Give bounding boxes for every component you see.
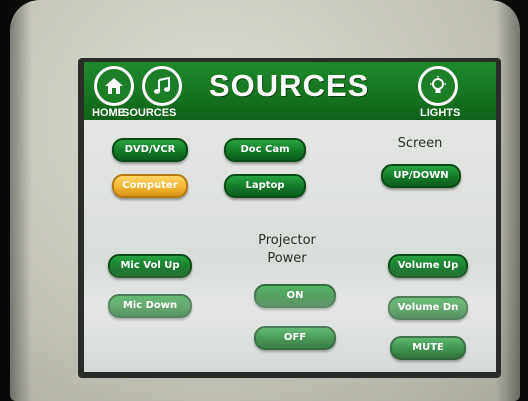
- power-label: Power: [267, 251, 307, 266]
- header-bar: HOME SOURCES SOURCES LIGHTS: [84, 62, 496, 120]
- volume-down-button[interactable]: Volume Dn: [388, 296, 468, 320]
- projector-label: Projector: [258, 233, 316, 248]
- music-note-icon: [142, 66, 182, 106]
- doc-cam-button[interactable]: Doc Cam: [224, 138, 306, 162]
- volume-up-button[interactable]: Volume Up: [388, 254, 468, 278]
- mic-down-button[interactable]: Mic Down: [108, 294, 192, 318]
- sources-nav-label: SOURCES: [122, 107, 177, 119]
- light-bulb-icon: [418, 66, 458, 106]
- projector-off-button[interactable]: OFF: [254, 326, 336, 350]
- dvd-vcr-button[interactable]: DVD/VCR: [112, 138, 188, 162]
- lights-label: LIGHTS: [420, 107, 461, 119]
- page-title: SOURCES: [209, 68, 370, 103]
- home-label: HOME: [92, 107, 125, 119]
- computer-button[interactable]: Computer: [112, 174, 188, 198]
- projector-on-button[interactable]: ON: [254, 284, 336, 308]
- mic-vol-up-button[interactable]: Mic Vol Up: [108, 254, 192, 278]
- screen-up-down-button[interactable]: UP/DOWN: [381, 164, 461, 188]
- laptop-button[interactable]: Laptop: [224, 174, 306, 198]
- screen-label: Screen: [397, 136, 443, 151]
- home-icon: [94, 66, 134, 106]
- mute-button[interactable]: MUTE: [390, 336, 466, 360]
- touch-panel-screen: HOME SOURCES SOURCES LIGHTS DVD/VCR Doc …: [84, 62, 496, 372]
